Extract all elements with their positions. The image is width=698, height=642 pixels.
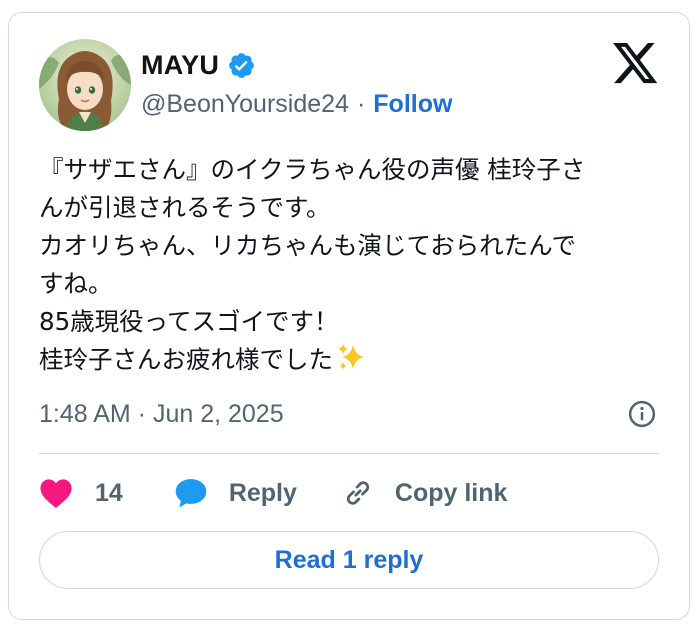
tweet-text-line: すね。 [39,269,113,298]
sparkles-emoji-icon [335,341,367,373]
author-handle-row: @BeonYourside24 · Follow [141,87,452,121]
author-display-name[interactable]: MAYU [141,50,219,81]
reply-button[interactable]: Reply [173,477,341,509]
read-replies-button[interactable]: Read 1 reply [39,531,659,589]
tweet-embed-card: MAYU @BeonYourside24 · Follow 『サザエさん』のイク… [8,12,690,620]
divider [39,453,659,454]
link-icon [341,476,375,510]
author-handle[interactable]: @BeonYourside24 [141,90,349,119]
tweet-text-last-line: 桂玲子さんお疲れ様でした [39,341,669,379]
copy-link-button[interactable]: Copy link [341,476,508,510]
tweet-text-line: 桂玲子さんお疲れ様でした [39,345,333,374]
verified-badge-icon [227,51,256,80]
tweet-timestamp[interactable]: 1:48 AM · Jun 2, 2025 [39,395,284,433]
tweet-actions: 14 Reply Copy link [39,471,507,515]
handle-separator: · [356,89,366,118]
like-count: 14 [95,478,123,507]
tweet-text-line: 『サザエさん』のイクラちゃん役の声優 桂玲子さ [39,155,586,184]
info-icon[interactable] [627,399,657,429]
author-avatar[interactable] [39,39,131,131]
follow-button[interactable]: Follow [373,90,452,119]
tweet-text-line: んが引退されるそうです。 [39,193,331,222]
heart-icon [39,477,73,509]
avatar-illustration [39,39,131,131]
author-name-row: MAYU [141,47,256,83]
like-button[interactable]: 14 [39,477,173,509]
tweet-text: 『サザエさん』のイクラちゃん役の声優 桂玲子さ んが引退されるそうです。 カオリ… [39,151,669,379]
tweet-text-line: 85歳現役ってスゴイです！ [39,307,339,336]
x-logo-icon[interactable] [613,43,659,85]
reply-label: Reply [228,478,297,507]
copy-link-label: Copy link [394,478,508,507]
tweet-text-line: カオリちゃん、リカちゃんも演じておられたんで [39,231,577,260]
speech-bubble-icon [173,477,209,509]
